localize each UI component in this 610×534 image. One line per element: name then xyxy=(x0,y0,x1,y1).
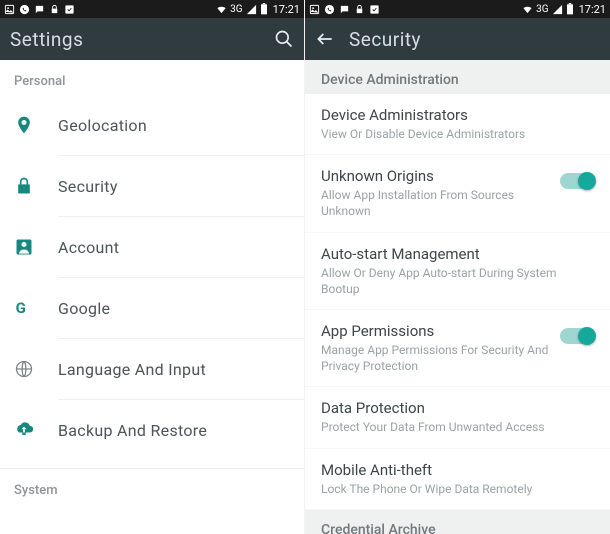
signal-icon xyxy=(246,4,257,15)
section-credential: Credential Archive xyxy=(305,510,610,534)
security-item-app-permissions[interactable]: App Permissions Manage App Permissions F… xyxy=(305,310,610,387)
settings-panel: 3G 17:21 Settings Personal Geolocation S… xyxy=(0,0,305,534)
settings-item-account[interactable]: Account xyxy=(0,217,304,277)
check-icon xyxy=(64,4,75,15)
lock-icon xyxy=(14,176,34,196)
status-bar-left: 3G 17:21 xyxy=(0,0,304,18)
security-item-device-admins[interactable]: Device Administrators View Or Disable De… xyxy=(305,94,610,155)
battery-icon xyxy=(260,3,268,15)
security-item-anti-theft[interactable]: Mobile Anti-theft Lock The Phone Or Wipe… xyxy=(305,449,610,510)
toggle-unknown-origins[interactable] xyxy=(560,173,594,189)
battery-icon xyxy=(566,3,574,15)
clock: 17:21 xyxy=(273,3,300,16)
network-label: 3G xyxy=(536,4,548,15)
sms-icon xyxy=(34,4,45,15)
security-header: Security xyxy=(305,18,610,60)
settings-list[interactable]: Personal Geolocation Security Account G … xyxy=(0,60,304,534)
security-panel: 3G 17:21 Security Device Administration … xyxy=(305,0,610,534)
status-bar-right: 3G 17:21 xyxy=(305,0,610,18)
page-title: Settings xyxy=(10,28,83,51)
section-system: System xyxy=(0,469,304,504)
clock: 17:21 xyxy=(579,3,606,16)
settings-item-google[interactable]: G Google xyxy=(0,278,304,338)
item-label: Backup And Restore xyxy=(58,421,207,440)
page-title: Security xyxy=(349,28,421,51)
search-icon xyxy=(274,29,294,49)
security-list[interactable]: Device Administration Device Administrat… xyxy=(305,60,610,534)
search-button[interactable] xyxy=(274,29,294,49)
check-icon xyxy=(369,4,380,15)
cloud-upload-icon xyxy=(14,420,34,440)
item-subtitle: Allow App Installation From Sources Unkn… xyxy=(321,187,552,219)
item-subtitle: Manage App Permissions For Security And … xyxy=(321,342,552,374)
globe-icon xyxy=(14,359,34,379)
security-item-data-protection[interactable]: Data Protection Protect Your Data From U… xyxy=(305,387,610,448)
item-title: Auto-start Management xyxy=(321,245,594,263)
sms-icon xyxy=(339,4,350,15)
image-icon xyxy=(309,4,320,15)
network-label: 3G xyxy=(230,4,242,15)
settings-item-backup[interactable]: Backup And Restore xyxy=(0,400,304,460)
account-icon xyxy=(14,237,34,257)
google-icon: G xyxy=(14,298,34,318)
settings-header: Settings xyxy=(0,18,304,60)
item-label: Security xyxy=(58,177,118,196)
back-button[interactable] xyxy=(315,29,335,49)
item-label: Google xyxy=(58,299,110,318)
settings-item-geolocation[interactable]: Geolocation xyxy=(0,95,304,155)
item-label: Language And Input xyxy=(58,360,206,379)
whatsapp-icon xyxy=(19,4,30,15)
item-subtitle: Lock The Phone Or Wipe Data Remotely xyxy=(321,481,594,497)
settings-item-security[interactable]: Security xyxy=(0,156,304,216)
back-arrow-icon xyxy=(315,29,335,49)
settings-item-language[interactable]: Language And Input xyxy=(0,339,304,399)
item-subtitle: Protect Your Data From Unwanted Access xyxy=(321,419,594,435)
section-personal: Personal xyxy=(0,60,304,95)
item-title: Mobile Anti-theft xyxy=(321,461,594,479)
wifi-icon xyxy=(522,4,533,15)
item-subtitle: View Or Disable Device Administrators xyxy=(321,126,594,142)
lock-icon xyxy=(49,4,60,15)
item-title: App Permissions xyxy=(321,322,552,340)
svg-text:G: G xyxy=(16,299,26,317)
image-icon xyxy=(4,4,15,15)
section-device-admin: Device Administration xyxy=(305,60,610,94)
location-icon xyxy=(14,115,34,135)
item-label: Account xyxy=(58,238,119,257)
whatsapp-icon xyxy=(324,4,335,15)
item-title: Device Administrators xyxy=(321,106,594,124)
item-label: Geolocation xyxy=(58,116,147,135)
wifi-icon xyxy=(216,4,227,15)
security-item-autostart[interactable]: Auto-start Management Allow Or Deny App … xyxy=(305,233,610,310)
security-item-unknown-origins[interactable]: Unknown Origins Allow App Installation F… xyxy=(305,155,610,232)
item-title: Unknown Origins xyxy=(321,167,552,185)
item-subtitle: Allow Or Deny App Auto-start During Syst… xyxy=(321,265,594,297)
signal-icon xyxy=(552,4,563,15)
lock-icon xyxy=(354,4,365,15)
item-title: Data Protection xyxy=(321,399,594,417)
toggle-app-permissions[interactable] xyxy=(560,328,594,344)
